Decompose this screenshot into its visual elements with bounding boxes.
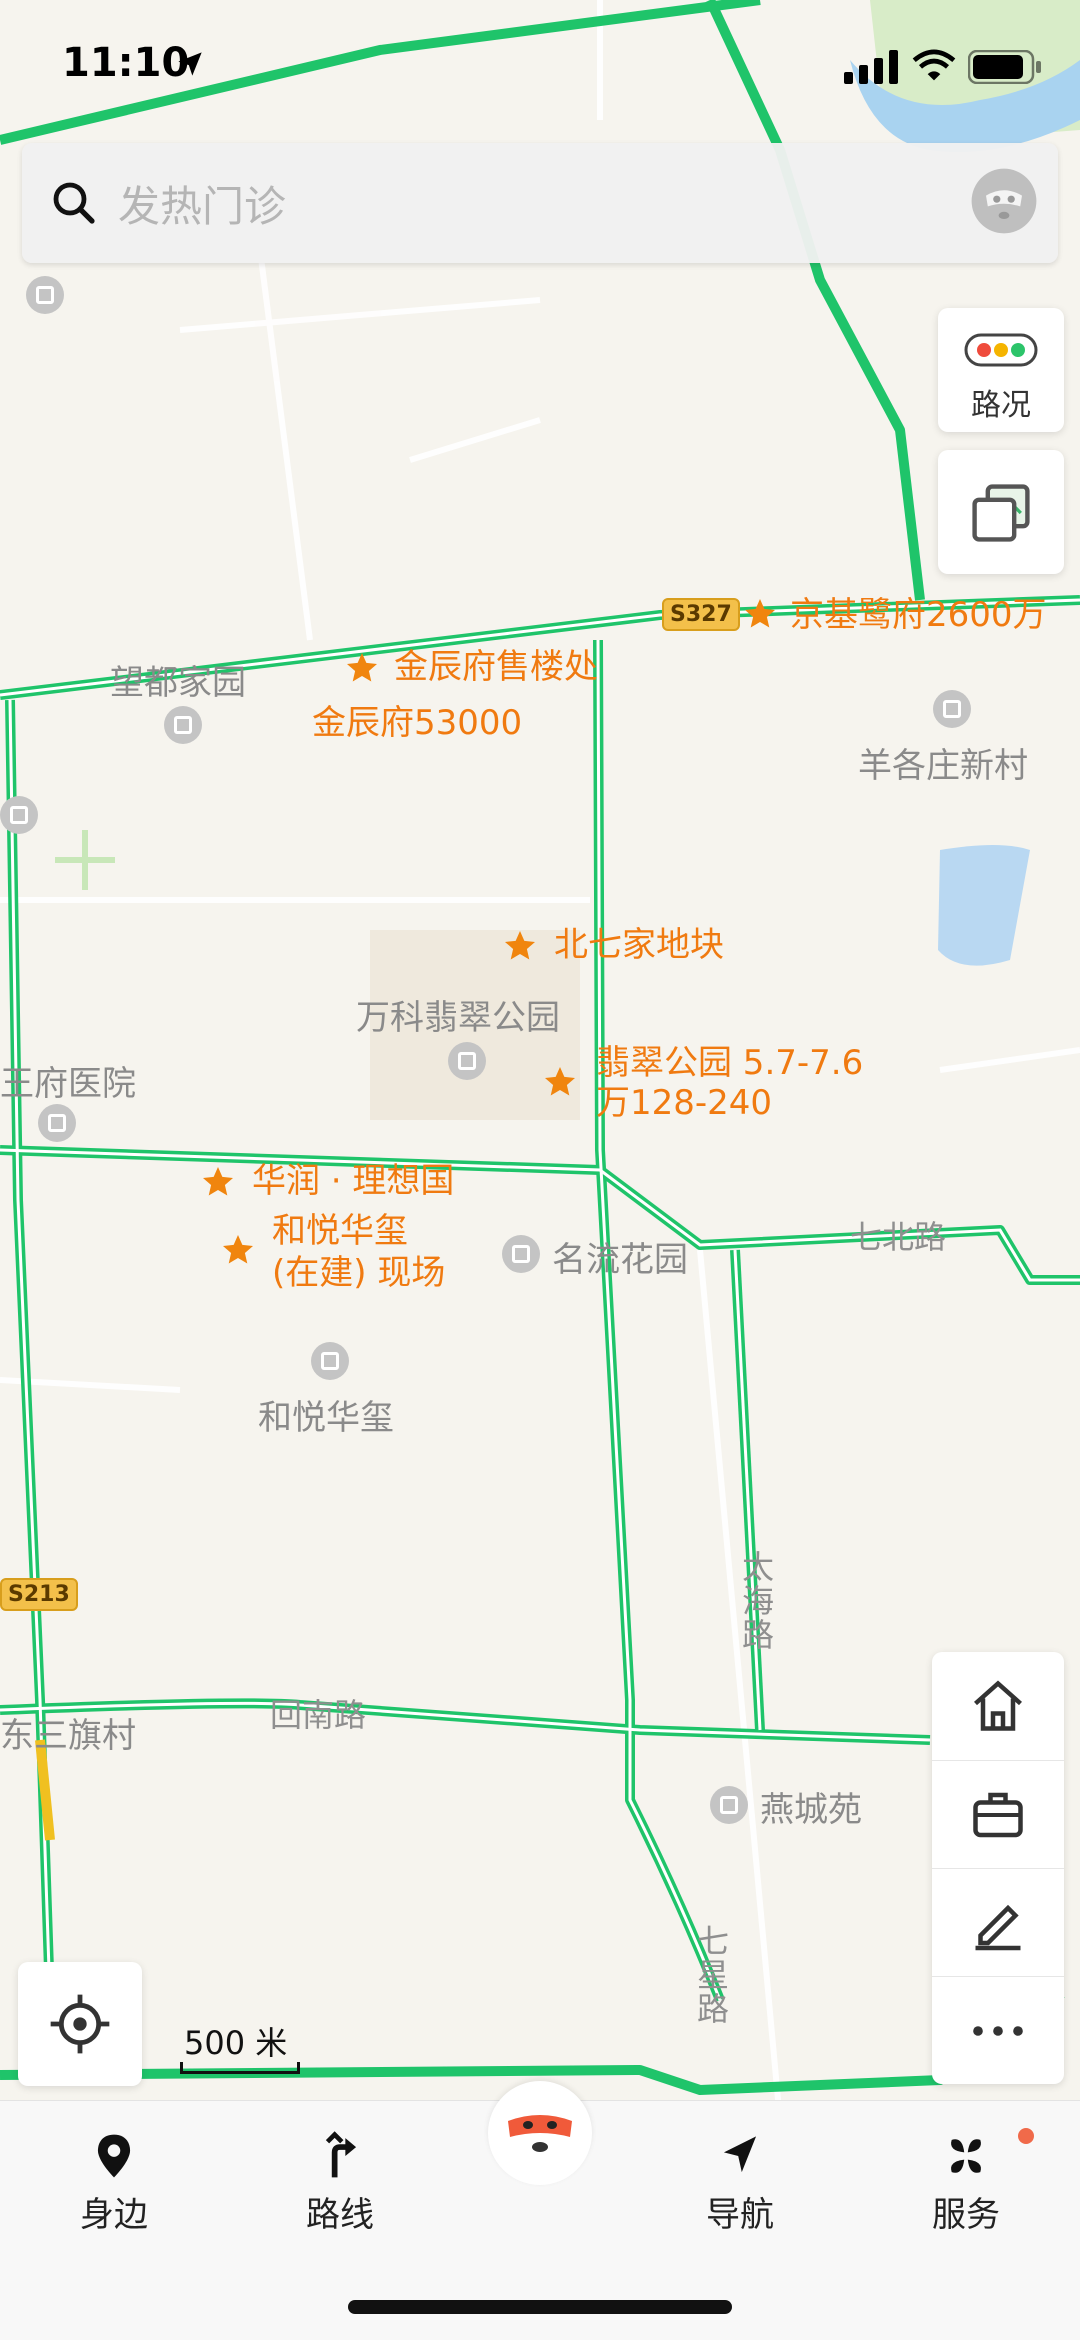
briefcase-icon xyxy=(973,1792,1023,1838)
residential-icon[interactable] xyxy=(502,1235,540,1273)
residential-icon[interactable] xyxy=(164,706,202,744)
star-icon[interactable] xyxy=(742,596,778,632)
avatar-icon[interactable] xyxy=(968,165,1040,237)
favorite-label[interactable]: 北七家地块 xyxy=(554,924,724,966)
highway-badge: S213 xyxy=(0,1578,78,1611)
star-icon[interactable] xyxy=(220,1232,256,1268)
star-icon[interactable] xyxy=(200,1164,236,1200)
hospital-icon[interactable] xyxy=(38,1104,76,1142)
right-toolbar xyxy=(932,1652,1064,2084)
nav-route[interactable]: 路线 xyxy=(270,2131,410,2236)
scale-label: 500 米 xyxy=(184,2024,288,2062)
search-input[interactable]: 发热门诊 xyxy=(118,173,286,234)
search-icon xyxy=(53,182,95,224)
nav-label: 身边 xyxy=(80,2195,148,2235)
mascot-icon xyxy=(508,2109,572,2153)
more-button[interactable] xyxy=(932,1976,1064,2085)
poi-label[interactable]: 万科翡翠公园 xyxy=(356,990,560,1039)
more-icon xyxy=(973,2026,1023,2036)
traffic-light-icon xyxy=(964,333,1038,367)
layers-icon xyxy=(972,484,1030,542)
layers-button[interactable] xyxy=(938,450,1064,574)
nav-services[interactable]: 服务 xyxy=(896,2131,1036,2236)
residential-icon[interactable] xyxy=(933,690,971,728)
map-canvas[interactable] xyxy=(0,0,1080,2339)
favorite-label[interactable]: 翡翠公园 5.7-7.6 xyxy=(596,1042,863,1084)
nav-label: 路线 xyxy=(306,2195,374,2235)
scale-bar xyxy=(180,2062,300,2074)
crosshair-icon xyxy=(50,1994,110,2054)
road-label: 七北路 xyxy=(850,1218,947,1256)
nav-label: 导航 xyxy=(706,2195,774,2235)
poi-label[interactable]: 羊各庄新村 xyxy=(858,738,1028,787)
residential-icon[interactable] xyxy=(0,796,38,834)
road-label: 七星路 xyxy=(696,1922,729,2028)
edit-icon xyxy=(975,1904,1021,1951)
wifi-icon xyxy=(912,49,956,81)
star-icon[interactable] xyxy=(344,650,380,686)
poi-label[interactable]: 和悦华玺 xyxy=(258,1390,394,1439)
nav-navigation[interactable]: 导航 xyxy=(670,2131,810,2236)
favorite-label[interactable]: 金辰府售楼处 xyxy=(394,646,598,688)
nav-label: 服务 xyxy=(932,2195,1000,2235)
home-indicator[interactable] xyxy=(348,2300,732,2314)
location-pin-icon xyxy=(97,2134,131,2178)
status-time: 11:10 xyxy=(62,40,190,86)
residential-icon[interactable] xyxy=(448,1042,486,1080)
edit-button[interactable] xyxy=(932,1868,1064,1977)
services-grid-icon xyxy=(951,2139,981,2173)
poi-label[interactable]: 东三旗村 xyxy=(0,1708,136,1757)
poi-label[interactable]: 燕城苑 xyxy=(760,1782,862,1831)
notification-dot xyxy=(1018,2128,1034,2144)
residential-icon[interactable] xyxy=(311,1342,349,1380)
locate-button[interactable] xyxy=(18,1962,142,2086)
favorite-label[interactable]: 华润 · 理想国 xyxy=(252,1160,454,1202)
status-bar: 11:10 xyxy=(0,0,1080,130)
location-arrow-icon xyxy=(178,52,202,76)
favorite-label[interactable]: 万128-240 xyxy=(596,1082,772,1124)
navigation-arrow-icon xyxy=(723,2136,757,2173)
home-icon xyxy=(974,1680,1022,1731)
work-button[interactable] xyxy=(932,1760,1064,1869)
search-bar[interactable]: 发热门诊 xyxy=(22,143,1058,263)
favorite-label[interactable]: 京基鹭府2600万 xyxy=(790,594,1047,636)
signal-icon xyxy=(844,50,898,84)
traffic-button[interactable]: 路况 xyxy=(938,308,1064,432)
highway-badge: S327 xyxy=(662,598,740,631)
star-icon[interactable] xyxy=(542,1064,578,1100)
favorite-label[interactable]: 和悦华玺 xyxy=(272,1210,408,1252)
road-label: 回南路 xyxy=(270,1696,367,1734)
road-label: 太海路 xyxy=(741,1548,774,1654)
traffic-label: 路况 xyxy=(971,388,1031,423)
star-icon[interactable] xyxy=(502,928,538,964)
poi-label[interactable]: 名流花园 xyxy=(552,1232,688,1281)
favorite-label[interactable]: (在建) 现场 xyxy=(272,1252,445,1294)
route-arrow-icon xyxy=(325,2131,357,2178)
poi-label[interactable]: 王府医院 xyxy=(0,1056,136,1105)
nav-nearby[interactable]: 身边 xyxy=(44,2131,184,2236)
battery-icon xyxy=(968,50,1041,84)
poi-label[interactable]: 望都家园 xyxy=(110,655,246,704)
home-button[interactable] xyxy=(932,1652,1064,1760)
favorite-label[interactable]: 金辰府53000 xyxy=(312,702,522,744)
nav-home-mascot[interactable] xyxy=(488,2081,592,2185)
residential-icon[interactable] xyxy=(710,1786,748,1824)
residential-icon[interactable] xyxy=(26,276,64,314)
